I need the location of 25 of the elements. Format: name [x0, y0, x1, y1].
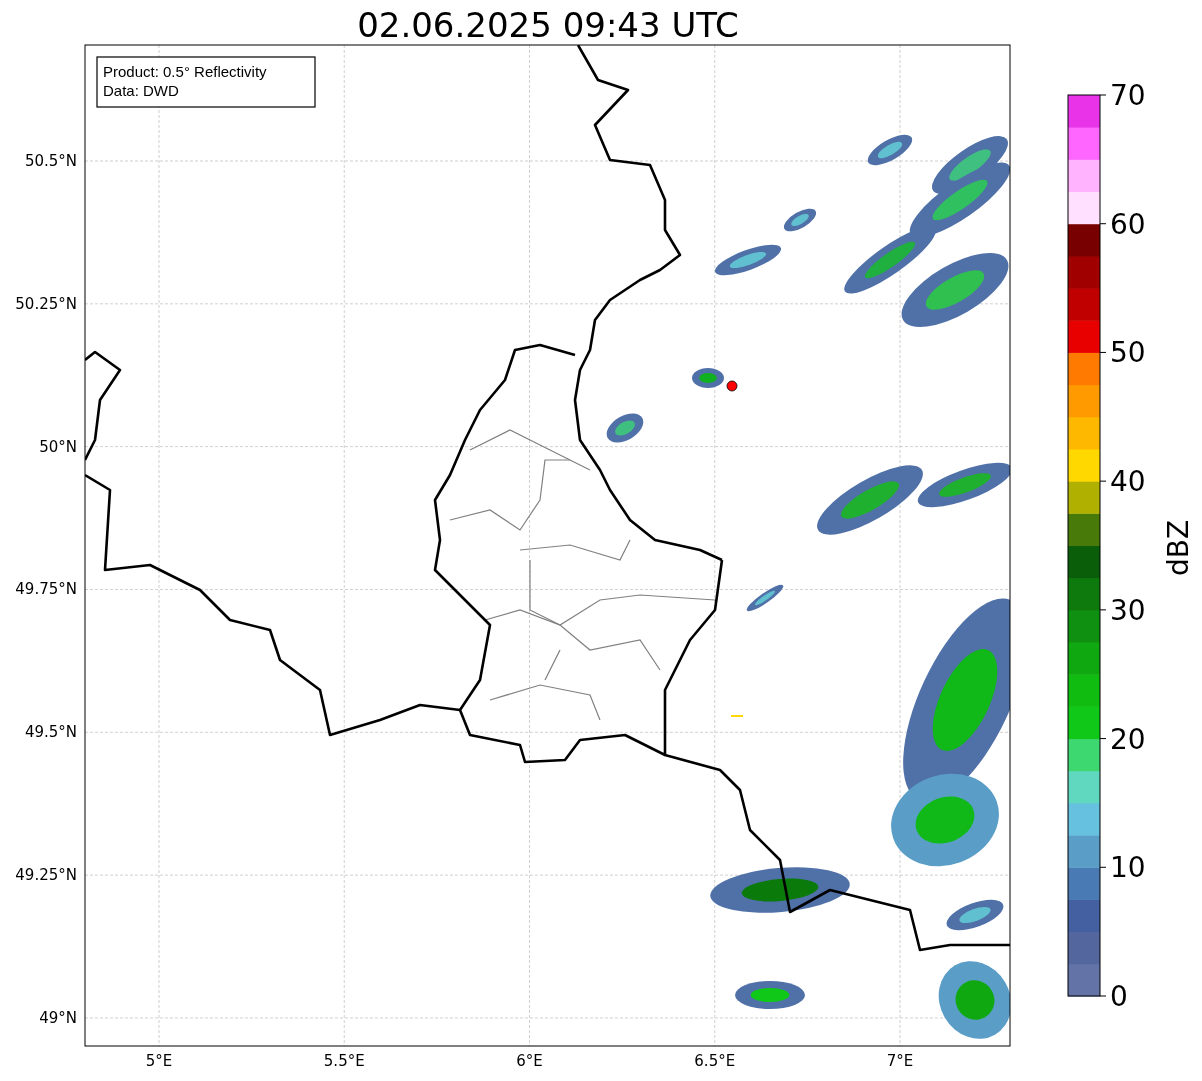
axis-tick-label: 49.75°N [15, 580, 77, 599]
location-dot [726, 380, 738, 392]
axis-tick-label: 50°N [39, 437, 77, 456]
colorbar-label: dBZ [1162, 519, 1195, 577]
axis-tick-label: 49.5°N [24, 723, 77, 742]
axis-tick-label: 6°E [516, 1052, 543, 1070]
colorbar-tick-label: 60 [1110, 207, 1146, 241]
axis-tick-label: 49°N [39, 1008, 77, 1027]
info-text: Product: 0.5° Reflectivity [103, 63, 267, 80]
colorbar-tick-label: 40 [1110, 465, 1146, 499]
colorbar-tick-label: 10 [1110, 851, 1146, 885]
colorbar-tick-label: 30 [1110, 593, 1146, 627]
axis-tick-label: 6.5°E [694, 1052, 736, 1070]
axis-tick-label: 50.5°N [24, 152, 77, 170]
axis-tick-label: 49.25°N [15, 866, 77, 885]
info-text: Data: DWD [103, 82, 179, 99]
colorbar-tick-label: 70 [1110, 79, 1146, 112]
axis-tick-label: 50.25°N [15, 294, 77, 313]
colorbar-tick-label: 20 [1110, 722, 1146, 756]
colorbar-tick-label: 50 [1110, 336, 1146, 370]
axis-tick-label: 5°E [145, 1052, 173, 1070]
axis-tick-label: 5.5°E [323, 1052, 365, 1070]
chart-title: 02.06.2025 09:43 UTC [357, 5, 739, 45]
colorbar-tick-label: 0 [1110, 980, 1128, 1013]
axis-tick-label: 7°E [886, 1052, 914, 1070]
